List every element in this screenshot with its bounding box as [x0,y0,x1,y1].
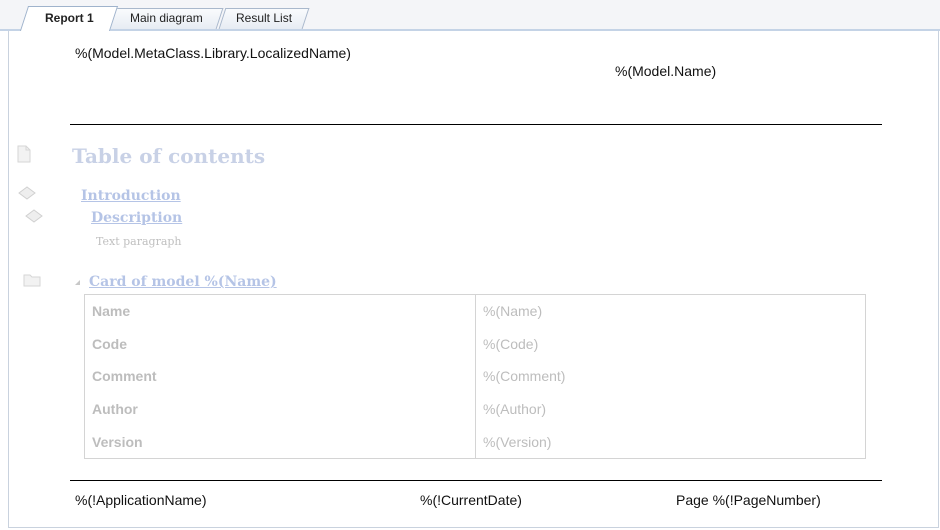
collapse-icon[interactable] [75,280,80,285]
field-label: Code [84,327,476,361]
field-label: Comment [84,360,476,393]
page-icon [17,145,31,163]
book-stack-icon [18,186,36,200]
footer-rule [70,480,882,481]
field-value[interactable]: %(Comment) [476,360,866,393]
field-label: Author [84,392,476,426]
tab-strip: Report 1 Main diagram Result List [0,0,940,31]
table-row: Code %(Code) [84,327,866,361]
footer-page-number[interactable]: Page %(!PageNumber) [676,492,821,508]
footer-application-name[interactable]: %(!ApplicationName) [75,492,207,508]
table-row: Name %(Name) [84,294,866,328]
table-row: Version %(Version) [84,425,866,459]
footer-current-date[interactable]: %(!CurrentDate) [420,492,522,508]
tab-main-diagram[interactable]: Main diagram [108,8,224,29]
text-paragraph: Text paragraph [96,235,182,248]
table-row: Comment %(Comment) [84,360,866,393]
toc-link-introduction[interactable]: Introduction [81,188,181,204]
book-stack-icon [25,209,43,223]
tab-label: Report 1 [44,11,94,25]
field-label: Name [84,294,476,328]
tab-label: Result List [235,11,293,25]
field-label: Version [84,425,476,459]
header-rule [70,124,882,125]
tab-result-list[interactable]: Result List [218,8,310,29]
model-card-table: Name %(Name) Code %(Code) Comment %(Comm… [84,294,866,459]
header-library-name[interactable]: %(Model.MetaClass.Library.LocalizedName) [75,44,365,63]
field-value[interactable]: %(Author) [476,393,866,426]
tab-label: Main diagram [129,11,203,25]
field-value[interactable]: %(Version) [476,425,866,458]
card-title[interactable]: Card of model %(Name) [89,274,277,290]
field-value[interactable]: %(Code) [476,328,866,361]
field-value[interactable]: %(Name) [476,295,866,328]
header-model-name[interactable]: %(Model.Name) [615,63,716,79]
table-row: Author %(Author) [84,392,866,426]
toc-link-description[interactable]: Description [91,210,182,226]
tab-report-1[interactable]: Report 1 [19,6,119,31]
folder-icon [23,274,41,287]
toc-title: Table of contents [72,144,266,168]
